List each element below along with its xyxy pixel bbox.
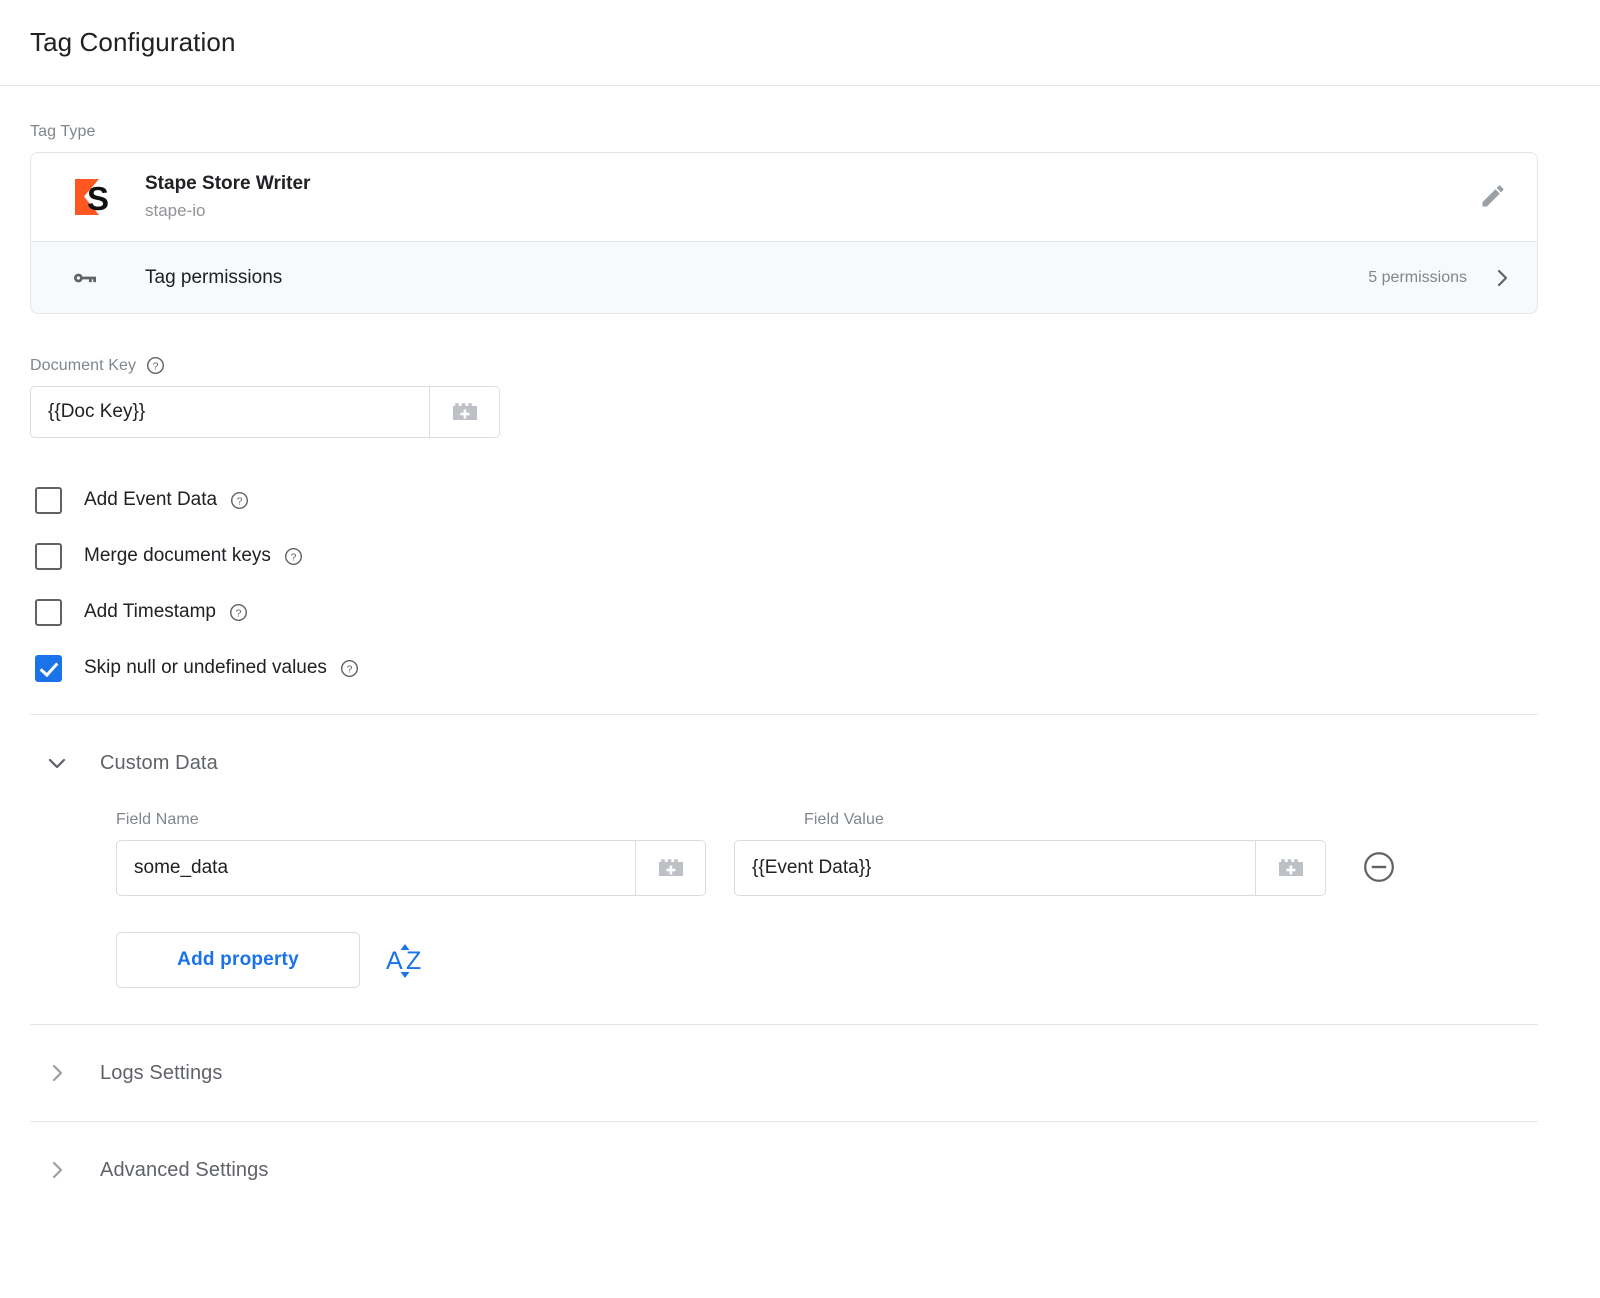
checkbox-add-timestamp[interactable] xyxy=(35,599,62,626)
checkbox-label-add-event-data: Add Event Data xyxy=(84,489,217,511)
sort-alphabetical-icon: A Z xyxy=(384,935,426,986)
field-value-input-combo xyxy=(734,840,1326,896)
help-circle-icon[interactable]: ? xyxy=(284,547,303,566)
chevron-down-icon xyxy=(44,750,70,776)
help-circle-icon[interactable]: ? xyxy=(340,659,359,678)
lego-brick-plus-icon xyxy=(656,854,686,883)
checkbox-row-skip-null-values: Skip null or undefined values ? xyxy=(30,640,1570,696)
checkbox-label-merge-document-keys: Merge document keys xyxy=(84,545,271,567)
checkbox-label-skip-null-values: Skip null or undefined values xyxy=(84,657,327,679)
pencil-icon xyxy=(1479,182,1507,213)
tag-permissions-count: 5 permissions xyxy=(1368,269,1467,287)
checkbox-row-add-event-data: Add Event Data ? xyxy=(30,472,1570,528)
custom-data-row xyxy=(116,840,1570,896)
svg-text:S: S xyxy=(87,180,109,217)
checkbox-row-merge-document-keys: Merge document keys ? xyxy=(30,528,1570,584)
chevron-right-icon xyxy=(44,1060,70,1086)
chevron-right-icon xyxy=(1489,265,1515,291)
help-circle-icon[interactable]: ? xyxy=(229,603,248,622)
sort-icon-letter-z: Z xyxy=(406,947,421,975)
custom-data-section-header[interactable]: Custom Data xyxy=(30,715,1570,811)
column-header-field-value: Field Value xyxy=(804,811,1396,829)
document-key-input[interactable] xyxy=(31,387,429,437)
minus-circle-icon xyxy=(1361,849,1397,888)
svg-text:?: ? xyxy=(237,496,243,507)
tag-type-names: Stape Store Writer stape-io xyxy=(145,171,1471,223)
custom-data-column-headers: Field Name Field Value xyxy=(116,811,1570,840)
field-value-variable-picker-button[interactable] xyxy=(1255,841,1325,895)
lego-brick-plus-icon xyxy=(450,398,480,427)
custom-data-body: Field Name Field Value xyxy=(30,811,1570,1024)
tag-type-label: Tag Type xyxy=(30,123,1570,141)
logs-settings-title: Logs Settings xyxy=(100,1062,223,1085)
page-header: Tag Configuration xyxy=(0,0,1600,86)
tag-configuration-form: Tag Type S Stape Store Writer stape-io xyxy=(0,123,1600,1218)
advanced-settings-title: Advanced Settings xyxy=(100,1159,268,1182)
sort-icon-letter-a: A xyxy=(386,947,403,975)
svg-text:?: ? xyxy=(291,552,297,563)
svg-text:?: ? xyxy=(153,362,159,373)
field-value-input[interactable] xyxy=(735,841,1255,895)
custom-data-title: Custom Data xyxy=(100,752,218,775)
field-name-input[interactable] xyxy=(117,841,635,895)
key-icon xyxy=(69,263,103,293)
page-title: Tag Configuration xyxy=(30,27,236,58)
add-property-button[interactable]: Add property xyxy=(116,932,360,988)
chevron-right-icon xyxy=(44,1157,70,1183)
sort-alphabetical-button[interactable]: A Z xyxy=(382,934,428,986)
tag-type-card: S Stape Store Writer stape-io xyxy=(30,152,1538,314)
checkbox-merge-document-keys[interactable] xyxy=(35,543,62,570)
help-circle-icon[interactable]: ? xyxy=(230,491,249,510)
checkbox-skip-null-values[interactable] xyxy=(35,655,62,682)
checkbox-label-add-timestamp: Add Timestamp xyxy=(84,601,216,623)
options-checkbox-list: Add Event Data ? Merge document keys ? A… xyxy=(30,472,1570,696)
tag-type-vendor: stape-io xyxy=(145,198,1471,224)
tag-type-name: Stape Store Writer xyxy=(145,171,1471,197)
tag-permissions-row[interactable]: Tag permissions 5 permissions xyxy=(31,241,1537,313)
document-key-label-row: Document Key ? xyxy=(30,356,1570,375)
checkbox-row-add-timestamp: Add Timestamp ? xyxy=(30,584,1570,640)
custom-data-actions: Add property A Z xyxy=(116,932,1570,988)
tag-permissions-label: Tag permissions xyxy=(145,267,1368,289)
help-circle-icon[interactable]: ? xyxy=(146,356,165,375)
column-header-field-name: Field Name xyxy=(116,811,706,829)
stape-logo-icon: S xyxy=(69,174,115,220)
checkbox-add-event-data[interactable] xyxy=(35,487,62,514)
document-key-label: Document Key xyxy=(30,357,136,375)
field-name-input-combo xyxy=(116,840,706,896)
document-key-variable-picker-button[interactable] xyxy=(429,387,499,437)
logs-settings-section-header[interactable]: Logs Settings xyxy=(30,1025,1570,1121)
edit-tag-type-button[interactable] xyxy=(1471,175,1515,219)
lego-brick-plus-icon xyxy=(1276,854,1306,883)
svg-text:?: ? xyxy=(236,608,242,619)
svg-text:?: ? xyxy=(347,664,353,675)
document-key-input-combo xyxy=(30,386,500,438)
field-name-variable-picker-button[interactable] xyxy=(635,841,705,895)
advanced-settings-section-header[interactable]: Advanced Settings xyxy=(30,1122,1570,1218)
remove-property-button[interactable] xyxy=(1360,849,1398,887)
tag-type-summary-row: S Stape Store Writer stape-io xyxy=(31,153,1537,241)
